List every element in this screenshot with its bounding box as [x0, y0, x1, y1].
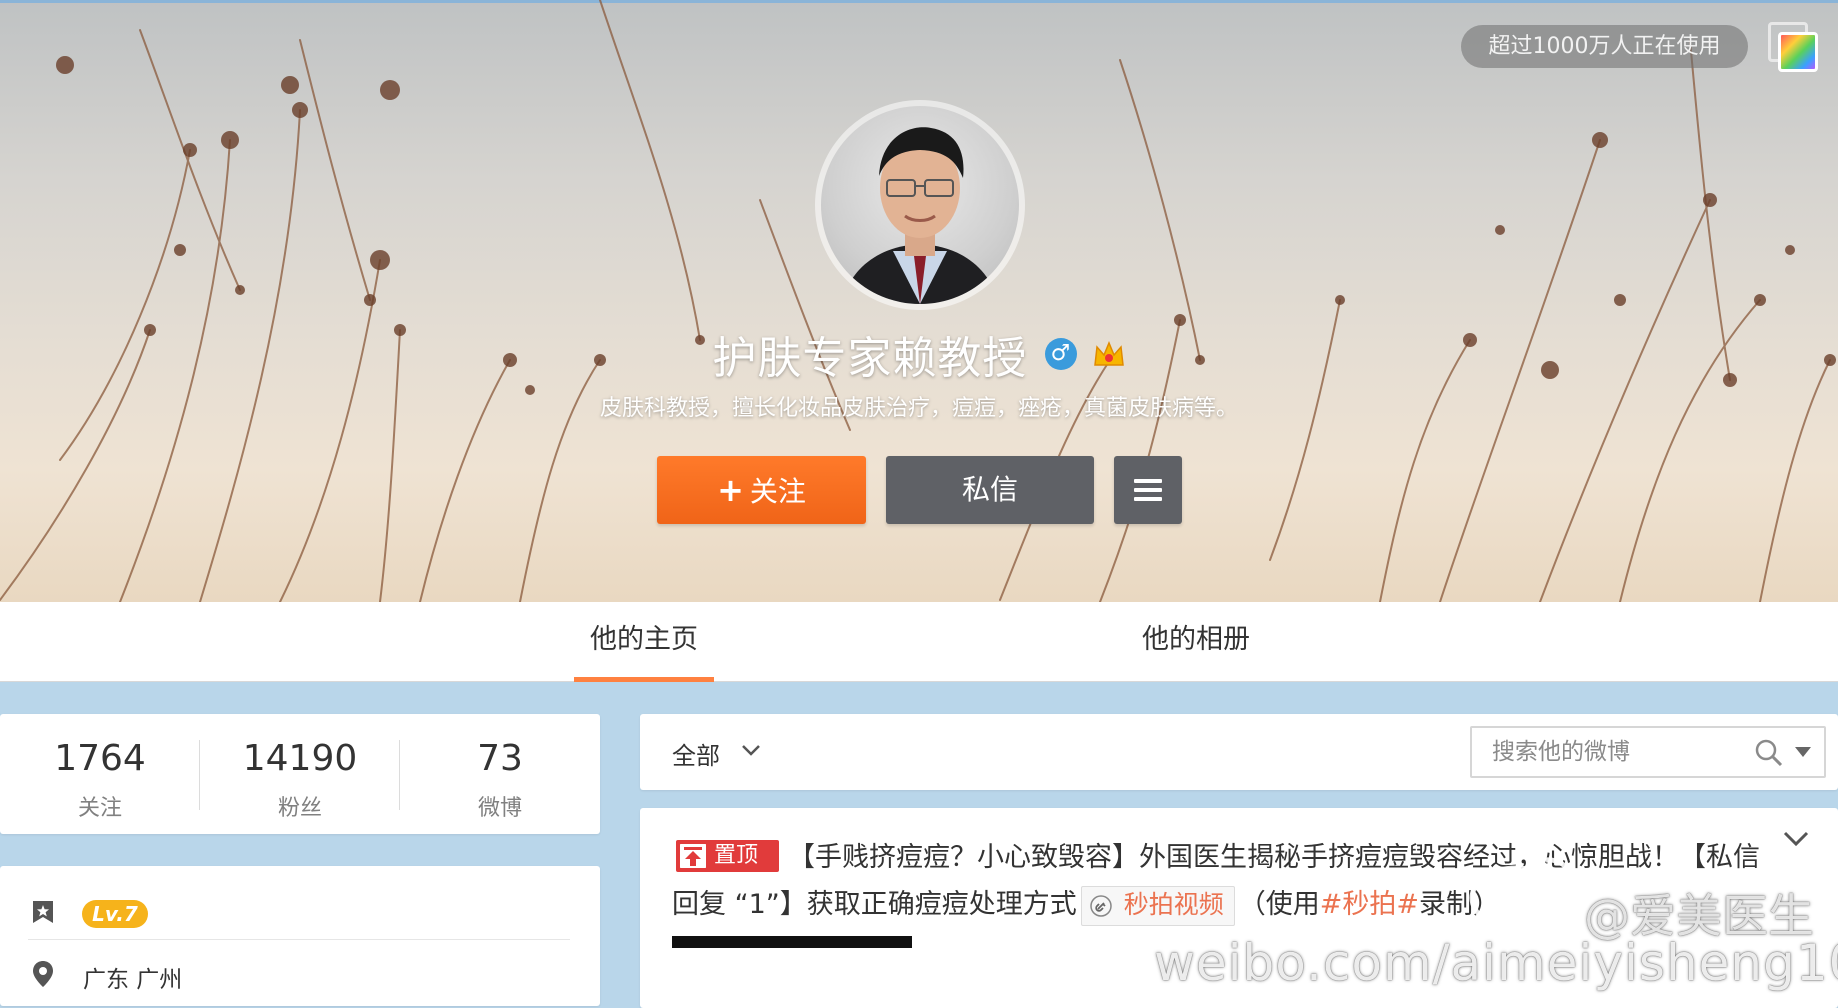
caret-down-icon[interactable]	[1794, 746, 1812, 758]
message-label: 私信	[961, 473, 1018, 506]
menu-bar-bottom	[1134, 497, 1162, 501]
more-options-button[interactable]	[1114, 456, 1182, 524]
stat-followers[interactable]: 14190 粉丝	[200, 714, 400, 834]
stats-card: 1764 关注 14190 粉丝 73 微博	[0, 714, 600, 834]
app-icon-frame-front	[1778, 32, 1818, 72]
plus-icon: +	[717, 471, 744, 509]
profile-name-row: 护肤专家赖教授 ♂	[0, 322, 1838, 384]
stat-followers-label: 粉丝	[277, 796, 322, 821]
tab-home-label: 他的主页	[590, 624, 698, 655]
search-icon[interactable]	[1754, 738, 1784, 768]
crown-icon[interactable]	[1092, 339, 1126, 369]
watermark-url: weibo.com/aimeiyisheng100	[1154, 934, 1838, 992]
stat-posts-label: 微博	[477, 796, 522, 821]
tab-home[interactable]: 他的主页	[574, 602, 714, 682]
location-text: 广东 广州	[83, 967, 183, 993]
video-link-label: 秒拍视频	[1123, 889, 1224, 919]
follow-label: 关注	[749, 475, 806, 508]
stat-posts[interactable]: 73 微博	[400, 714, 600, 834]
avatar-portrait	[841, 127, 999, 304]
level-badge[interactable]: Lv.7	[82, 900, 148, 928]
message-button[interactable]: 私信	[886, 456, 1094, 524]
male-icon: ♂	[1044, 338, 1077, 370]
post-paren-open: （使用	[1238, 889, 1320, 920]
filter-all-dropdown[interactable]: 全部	[672, 736, 720, 771]
users-count-pill[interactable]: 超过1000万人正在使用	[1461, 25, 1748, 68]
stat-following[interactable]: 1764 关注	[0, 714, 200, 834]
post-hashtag[interactable]: #秒拍#	[1320, 889, 1419, 920]
tab-album-label: 他的相册	[1142, 624, 1250, 655]
post-options-chevron-icon[interactable]	[1781, 828, 1811, 850]
weibo-watermark-logo	[1469, 857, 1577, 931]
stat-posts-value: 73	[477, 738, 523, 779]
tab-active-underline	[574, 677, 714, 682]
stat-following-label: 关注	[77, 796, 122, 821]
redaction-bar	[672, 936, 912, 948]
tab-album[interactable]: 他的相册	[1126, 602, 1266, 682]
follow-button[interactable]: + 关注	[657, 456, 866, 524]
profile-name: 护肤专家赖教授	[712, 333, 1028, 384]
profile-bio: 皮肤科教授，擅长化妆品皮肤治疗，痘痘，痤疮，真菌皮肤病等。	[599, 396, 1238, 421]
search-input[interactable]	[1492, 728, 1722, 776]
stat-followers-value: 14190	[242, 738, 358, 779]
search-box	[1470, 726, 1826, 778]
stat-following-value: 1764	[54, 738, 146, 779]
avatar[interactable]	[821, 106, 1019, 304]
menu-bar-top	[1134, 479, 1162, 483]
bookmark-star-icon	[33, 901, 53, 923]
video-link[interactable]: 秒拍视频	[1080, 885, 1235, 926]
link-icon	[1090, 894, 1112, 917]
chevron-down-icon[interactable]	[740, 741, 762, 759]
location-pin-icon	[33, 961, 53, 987]
info-divider	[28, 939, 570, 940]
profile-cover: 超过1000万人正在使用 护肤专家赖教授 ♂ 皮肤科教授，擅长化妆品皮肤治疗，痘…	[0, 0, 1838, 602]
profile-tabbar: 他的主页 他的相册	[0, 602, 1838, 682]
app-download-icon[interactable]	[1768, 22, 1820, 74]
menu-bar-middle	[1134, 488, 1162, 492]
